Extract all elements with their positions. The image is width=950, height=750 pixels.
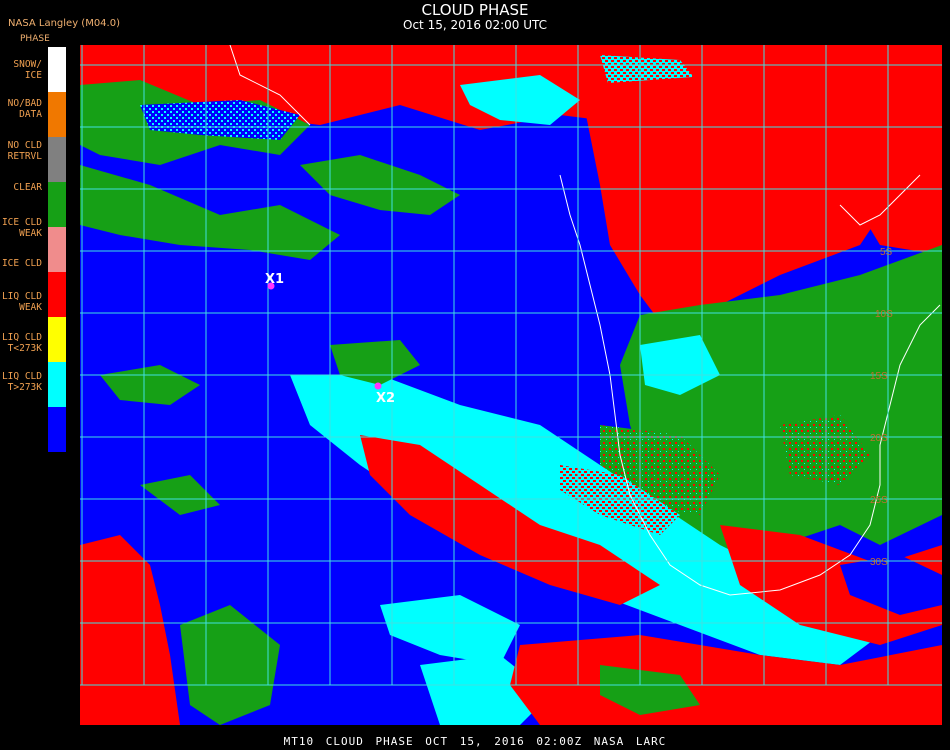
lat-label: 25S	[870, 495, 888, 506]
legend-label: NO CLD RETRVL	[7, 140, 42, 162]
legend-label: LIQ CLD WEAK	[1, 291, 42, 313]
map-timestamp: Oct 15, 2016 02:00 UTC	[403, 18, 547, 32]
source-label: NASA Langley (M04.0)	[8, 18, 120, 29]
legend-swatch	[48, 317, 66, 362]
legend-label: NO/BAD DATA	[7, 98, 42, 120]
legend-swatch	[48, 362, 66, 407]
footer-caption: MT10 CLOUD PHASE OCT 15, 2016 02:00Z NAS…	[283, 735, 667, 748]
legend-item-no-bad-data: NO/BAD DATA	[0, 92, 66, 137]
legend-label: LIQ CLD T<273K	[1, 332, 42, 354]
legend-label: CLEAR	[13, 182, 42, 193]
lat-label: 10S	[875, 309, 893, 320]
marker-x1-label: X1	[265, 272, 284, 287]
legend-swatch	[48, 92, 66, 137]
legend-swatch	[48, 47, 66, 92]
legend-label: SNOW/ ICE	[13, 59, 42, 81]
legend-title: PHASE	[20, 34, 50, 44]
lat-label: 30S	[870, 557, 888, 568]
lat-label: 15S	[870, 371, 888, 382]
lat-label: 20S	[870, 433, 888, 444]
map-title: CLOUD PHASE	[421, 1, 529, 19]
legend-swatch	[48, 227, 66, 272]
lat-label: 5S	[880, 247, 893, 258]
cloud-phase-map: 5S 10S 15S 20S 25S 30S X1 X2	[80, 45, 942, 725]
legend-swatch	[48, 137, 66, 182]
legend-label: ICE CLD WEAK	[1, 217, 42, 239]
marker-x2	[374, 382, 382, 390]
legend-item-liquid-cloud-warm: LIQ CLD T>273K	[0, 371, 66, 452]
legend-item-no-cloud-retrieval: NO CLD RETRVL	[0, 137, 66, 182]
marker-x2-label: X2	[376, 391, 395, 406]
legend-swatch	[48, 182, 66, 227]
legend-item-snow-ice: SNOW/ ICE	[0, 47, 66, 92]
legend-swatch	[48, 407, 66, 452]
legend-swatch	[48, 272, 66, 317]
legend-label: LIQ CLD T>273K	[1, 371, 42, 393]
map-svg: 5S 10S 15S 20S 25S 30S X1 X2	[80, 45, 942, 725]
legend-label: ICE CLD	[1, 258, 42, 269]
